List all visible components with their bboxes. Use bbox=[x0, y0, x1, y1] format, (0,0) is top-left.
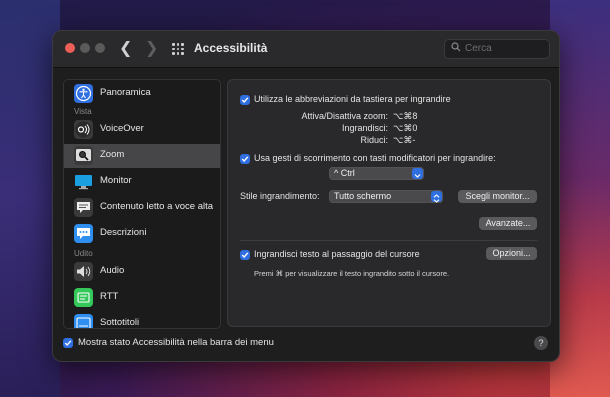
zoom-style-select[interactable]: Tutto schermo bbox=[329, 190, 443, 203]
choose-monitor-button[interactable]: Scegli monitor... bbox=[458, 190, 537, 203]
sidebar-item-label: Contenuto letto a voce alta bbox=[100, 201, 214, 212]
sidebar: Panoramica Vista VoiceOver Zoom Monitor bbox=[63, 79, 221, 329]
hover-text-label: Ingrandisci testo al passaggio del curso… bbox=[254, 249, 420, 259]
rtt-icon bbox=[74, 288, 93, 307]
search-icon bbox=[451, 42, 461, 52]
shortcuts-checkbox[interactable] bbox=[240, 95, 250, 105]
options-button[interactable]: Opzioni... bbox=[486, 247, 537, 260]
descriptions-icon bbox=[74, 224, 93, 243]
sidebar-item-label: Descrizioni bbox=[100, 227, 147, 238]
show-all-grid-icon[interactable] bbox=[172, 43, 184, 55]
search-field[interactable] bbox=[444, 39, 550, 59]
zoom-style-value: Tutto schermo bbox=[334, 191, 392, 201]
sidebar-item-label: Audio bbox=[100, 265, 125, 276]
sidebar-item-sottotitoli[interactable]: Sottotitoli bbox=[64, 312, 220, 328]
sidebar-item-audio[interactable]: Audio bbox=[64, 260, 220, 284]
desktop-wallpaper-left bbox=[0, 0, 60, 397]
monitor-icon bbox=[74, 172, 93, 191]
checkmark-icon bbox=[64, 340, 72, 347]
zoom-icon bbox=[74, 146, 93, 165]
zoom-settings-panel: Utilizza le abbreviazioni da tastiera pe… bbox=[227, 79, 551, 327]
close-button[interactable] bbox=[65, 43, 75, 53]
shortcut-zoom-in-keys: ⌥⌘0 bbox=[393, 123, 418, 133]
scroll-gesture-label: Usa gesti di scorrimento con tasti modif… bbox=[254, 153, 496, 163]
advanced-button[interactable]: Avanzate... bbox=[479, 217, 537, 230]
subtitles-icon bbox=[74, 314, 93, 328]
chevron-down-icon bbox=[412, 168, 423, 179]
sidebar-item-descrizioni[interactable]: Descrizioni bbox=[64, 222, 220, 246]
shortcut-zoom-in-label: Ingrandisci: bbox=[341, 123, 388, 133]
menu-bar-status-checkbox[interactable] bbox=[63, 338, 73, 348]
sidebar-item-label: Panoramica bbox=[100, 87, 151, 98]
sidebar-section-vista: Vista bbox=[74, 107, 92, 116]
minimize-button[interactable] bbox=[80, 43, 90, 53]
back-arrow-icon[interactable]: ❮ bbox=[119, 39, 132, 59]
sidebar-item-voiceover[interactable]: VoiceOver bbox=[64, 118, 220, 142]
sidebar-item-label: Zoom bbox=[100, 149, 125, 160]
modifier-key-value: ^ Ctrl bbox=[334, 168, 355, 178]
sidebar-item-monitor[interactable]: Monitor bbox=[64, 170, 220, 194]
menu-bar-status-label: Mostra stato Accessibilità nella barra d… bbox=[78, 337, 274, 348]
speaker-icon bbox=[74, 262, 93, 281]
shortcut-zoom-out-label: Riduci: bbox=[360, 135, 388, 145]
sidebar-item-zoom[interactable]: Zoom bbox=[64, 144, 220, 168]
sidebar-item-label: Monitor bbox=[100, 175, 132, 186]
window-title: Accessibilità bbox=[194, 41, 268, 55]
sidebar-section-udito: Udito bbox=[74, 249, 93, 258]
sidebar-item-label: VoiceOver bbox=[100, 123, 144, 134]
sidebar-item-label: Sottotitoli bbox=[100, 317, 140, 328]
hover-text-note: Premi ⌘ per visualizzare il testo ingran… bbox=[254, 269, 450, 278]
preferences-window: ❮ ❯ Accessibilità Panoramica Vista bbox=[52, 30, 560, 362]
modifier-key-select[interactable]: ^ Ctrl bbox=[329, 167, 424, 180]
checkmark-icon bbox=[241, 97, 249, 104]
sidebar-item-rtt[interactable]: RTT bbox=[64, 286, 220, 310]
voiceover-icon bbox=[74, 120, 93, 139]
sidebar-item-contenuto-letto[interactable]: Contenuto letto a voce alta bbox=[64, 196, 220, 220]
shortcut-zoom-out-keys: ⌥⌘- bbox=[393, 135, 416, 145]
help-button[interactable]: ? bbox=[534, 336, 548, 350]
accessibility-icon bbox=[74, 84, 93, 103]
title-bar: ❮ ❯ Accessibilità bbox=[53, 31, 559, 68]
search-input[interactable] bbox=[465, 41, 545, 56]
hover-text-checkbox[interactable] bbox=[240, 250, 250, 260]
zoom-style-label: Stile ingrandimento: bbox=[240, 191, 320, 201]
shortcut-toggle-keys: ⌥⌘8 bbox=[393, 111, 418, 121]
speech-bubble-icon bbox=[74, 198, 93, 217]
section-divider bbox=[240, 240, 537, 241]
forward-arrow-icon[interactable]: ❯ bbox=[145, 39, 158, 59]
checkmark-icon bbox=[241, 156, 249, 163]
zoom-window-button[interactable] bbox=[95, 43, 105, 53]
sidebar-item-panoramica[interactable]: Panoramica bbox=[64, 82, 220, 106]
shortcut-toggle-label: Attiva/Disattiva zoom: bbox=[301, 111, 388, 121]
chevron-updown-icon bbox=[431, 191, 442, 203]
checkmark-icon bbox=[241, 252, 249, 259]
shortcuts-label: Utilizza le abbreviazioni da tastiera pe… bbox=[254, 94, 451, 104]
scroll-gesture-checkbox[interactable] bbox=[240, 154, 250, 164]
sidebar-item-label: RTT bbox=[100, 291, 119, 302]
